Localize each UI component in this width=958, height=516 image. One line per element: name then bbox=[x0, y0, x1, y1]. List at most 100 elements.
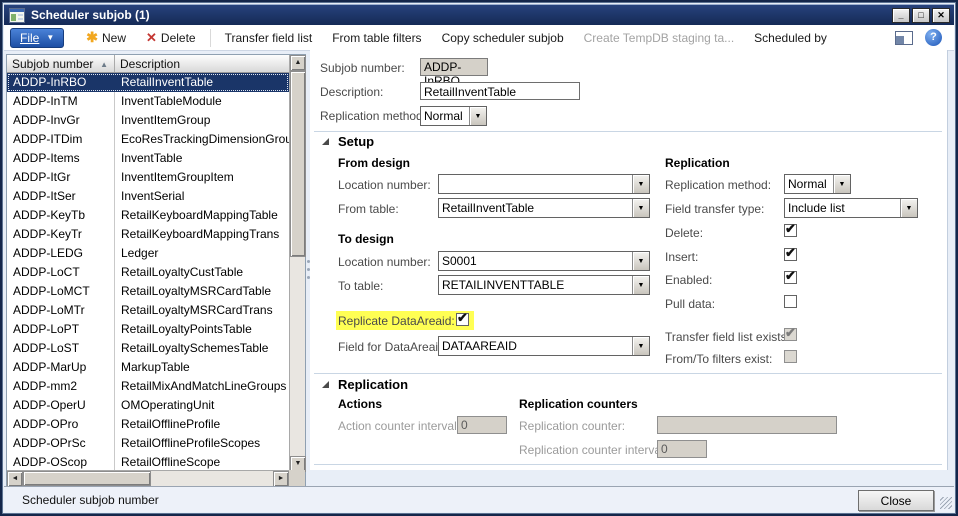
table-row[interactable]: ADDP-LoMTrRetailLoyaltyMSRCardTrans bbox=[7, 301, 289, 320]
collapse-triangle-icon[interactable] bbox=[322, 381, 329, 388]
table-row[interactable]: ADDP-KeyTrRetailKeyboardMappingTrans bbox=[7, 225, 289, 244]
scheduled-by-button[interactable]: Scheduled by bbox=[744, 27, 837, 49]
new-button[interactable]: ✱ New bbox=[76, 27, 136, 49]
replication-method2-select[interactable]: Normal ▼ bbox=[784, 174, 851, 194]
chevron-down-icon[interactable]: ▼ bbox=[469, 107, 486, 125]
maximize-button[interactable]: □ bbox=[912, 8, 930, 23]
titlebar: Scheduler subjob (1) _ □ ✕ bbox=[4, 4, 954, 25]
horizontal-scroll-thumb[interactable] bbox=[23, 471, 151, 486]
insert-checkbox-label: Insert: bbox=[665, 250, 698, 264]
subjob-number-cell: ADDP-Items bbox=[7, 149, 115, 168]
table-row[interactable]: ADDP-LoMCTRetailLoyaltyMSRCardTable bbox=[7, 282, 289, 301]
window-title: Scheduler subjob (1) bbox=[31, 8, 150, 22]
table-row[interactable]: ADDP-OperUOMOperatingUnit bbox=[7, 396, 289, 415]
collapse-triangle-icon[interactable] bbox=[322, 138, 329, 145]
help-icon[interactable]: ? bbox=[925, 29, 942, 46]
table-row[interactable]: ADDP-LEDGLedger bbox=[7, 244, 289, 263]
replication-method-select[interactable]: Normal ▼ bbox=[420, 106, 487, 126]
field-transfer-type-select[interactable]: Include list ▼ bbox=[784, 198, 918, 218]
table-row[interactable]: ADDP-InvGrInventItemGroup bbox=[7, 111, 289, 130]
description-cell: RetailLoyaltyCustTable bbox=[115, 263, 289, 282]
to-table-select[interactable]: RETAILINVENTTABLE ▼ bbox=[438, 275, 650, 295]
column-header-description[interactable]: Description bbox=[115, 55, 289, 72]
replication-method-label: Replication method: bbox=[320, 109, 426, 123]
subjob-number-cell: ADDP-InRBO bbox=[7, 73, 115, 92]
table-row[interactable]: ADDP-InTMInventTableModule bbox=[7, 92, 289, 111]
description-input[interactable] bbox=[420, 82, 580, 100]
from-table-select[interactable]: RetailInventTable ▼ bbox=[438, 198, 650, 218]
table-row[interactable]: ADDP-mm2RetailMixAndMatchLineGroups bbox=[7, 377, 289, 396]
table-row[interactable]: ADDP-KeyTbRetailKeyboardMappingTable bbox=[7, 206, 289, 225]
transfer-field-list-button[interactable]: Transfer field list bbox=[215, 27, 323, 49]
chevron-down-icon[interactable]: ▼ bbox=[632, 199, 649, 217]
replication-section-title[interactable]: Replication bbox=[338, 377, 408, 392]
chevron-down-icon[interactable]: ▼ bbox=[632, 337, 649, 355]
description-cell: InventTableModule bbox=[115, 92, 289, 111]
description-cell: RetailOfflineProfileScopes bbox=[115, 434, 289, 453]
close-button[interactable]: Close bbox=[858, 490, 934, 511]
new-star-icon: ✱ bbox=[86, 29, 98, 46]
chevron-down-icon[interactable]: ▼ bbox=[632, 175, 649, 193]
chevron-down-icon[interactable]: ▼ bbox=[833, 175, 850, 193]
delete-checkbox[interactable] bbox=[784, 224, 797, 237]
minimize-button[interactable]: _ bbox=[892, 8, 910, 23]
scroll-up-icon[interactable]: ▲ bbox=[290, 55, 306, 71]
description-cell: MarkupTable bbox=[115, 358, 289, 377]
file-menu-button[interactable]: File ▼ bbox=[10, 28, 64, 48]
subjob-number-cell: ADDP-LoPT bbox=[7, 320, 115, 339]
replication-counter-field bbox=[657, 416, 837, 434]
table-row[interactable]: ADDP-ItGrInventItemGroupItem bbox=[7, 168, 289, 187]
separator bbox=[314, 131, 942, 132]
table-row[interactable]: ADDP-LoPTRetailLoyaltyPointsTable bbox=[7, 320, 289, 339]
table-row[interactable]: ADDP-ItemsInventTable bbox=[7, 149, 289, 168]
subjob-number-cell: ADDP-KeyTb bbox=[7, 206, 115, 225]
table-row[interactable]: ADDP-LoCTRetailLoyaltyCustTable bbox=[7, 263, 289, 282]
insert-checkbox[interactable] bbox=[784, 248, 797, 261]
scroll-right-icon[interactable]: ► bbox=[273, 471, 289, 487]
column-header-subjob-number[interactable]: Subjob number ▲ bbox=[7, 55, 115, 72]
from-table-label: From table: bbox=[338, 202, 399, 216]
grid-rows: ADDP-InRBORetailInventTableADDP-InTMInve… bbox=[7, 73, 289, 472]
from-location-label: Location number: bbox=[338, 178, 431, 192]
table-row[interactable]: ADDP-OPrScRetailOfflineProfileScopes bbox=[7, 434, 289, 453]
pull-data-checkbox[interactable] bbox=[784, 295, 797, 308]
chevron-down-icon[interactable]: ▼ bbox=[632, 276, 649, 294]
setup-section-title[interactable]: Setup bbox=[338, 134, 374, 149]
subjob-number-cell: ADDP-InTM bbox=[7, 92, 115, 111]
replicate-dataareaid-checkbox[interactable] bbox=[456, 313, 469, 326]
from-table-filters-button[interactable]: From table filters bbox=[322, 27, 431, 49]
to-location-select[interactable]: S0001 ▼ bbox=[438, 251, 650, 271]
close-window-button[interactable]: ✕ bbox=[932, 8, 950, 23]
table-row[interactable]: ADDP-MarUpMarkupTable bbox=[7, 358, 289, 377]
replication-method2-label: Replication method: bbox=[665, 178, 771, 192]
form-icon bbox=[9, 8, 25, 23]
horizontal-scrollbar[interactable]: ◄ ► bbox=[7, 470, 289, 486]
delete-checkbox-label: Delete: bbox=[665, 226, 703, 240]
resize-grip-icon[interactable] bbox=[940, 497, 952, 509]
field-for-dataareaid-select[interactable]: DATAAREAID ▼ bbox=[438, 336, 650, 356]
description-cell: RetailLoyaltyMSRCardTable bbox=[115, 282, 289, 301]
copy-scheduler-subjob-button[interactable]: Copy scheduler subjob bbox=[432, 27, 574, 49]
table-row[interactable]: ADDP-ItSerInventSerial bbox=[7, 187, 289, 206]
enabled-checkbox-label: Enabled: bbox=[665, 273, 712, 287]
description-cell: EcoResTrackingDimensionGroupIte bbox=[115, 130, 289, 149]
vertical-scrollbar[interactable]: ▲ ▼ bbox=[289, 55, 305, 472]
to-location-label: Location number: bbox=[338, 255, 431, 269]
toggle-list-pane-icon[interactable] bbox=[895, 31, 913, 45]
from-location-select[interactable]: ▼ bbox=[438, 174, 650, 194]
chevron-down-icon[interactable]: ▼ bbox=[900, 199, 917, 217]
delete-button[interactable]: ✕ Delete bbox=[136, 27, 206, 49]
scroll-left-icon[interactable]: ◄ bbox=[7, 471, 23, 487]
chevron-down-icon[interactable]: ▼ bbox=[632, 252, 649, 270]
statusbar: Scheduler subjob number Close bbox=[4, 486, 954, 512]
description-cell: InventTable bbox=[115, 149, 289, 168]
vertical-scroll-thumb[interactable] bbox=[290, 71, 306, 257]
table-row[interactable]: ADDP-InRBORetailInventTable bbox=[7, 73, 289, 92]
description-cell: OMOperatingUnit bbox=[115, 396, 289, 415]
enabled-checkbox[interactable] bbox=[784, 271, 797, 284]
subjob-number-cell: ADDP-LoMCT bbox=[7, 282, 115, 301]
table-row[interactable]: ADDP-OProRetailOfflineProfile bbox=[7, 415, 289, 434]
subjob-number-cell: ADDP-ITDim bbox=[7, 130, 115, 149]
table-row[interactable]: ADDP-LoSTRetailLoyaltySchemesTable bbox=[7, 339, 289, 358]
table-row[interactable]: ADDP-ITDimEcoResTrackingDimensionGroupIt… bbox=[7, 130, 289, 149]
